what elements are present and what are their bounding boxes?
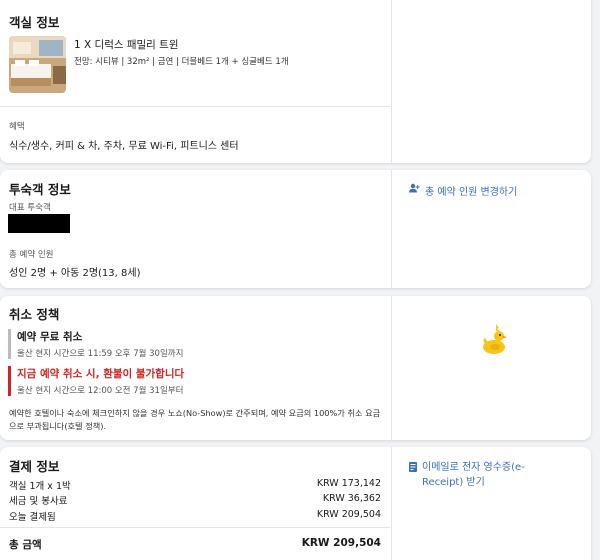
guest-section-title: 투숙객 정보 bbox=[9, 182, 71, 197]
cancel-section-title: 취소 정책 bbox=[9, 307, 60, 322]
payment-total-label: 총 금액 bbox=[9, 539, 42, 551]
payment-total-row: 총 금액 KRW 209,504 bbox=[9, 537, 381, 552]
guest-info-card: 투숙객 정보 대표 투숙객 총 예약 인원 성인 2명 + 아동 2명(13, … bbox=[0, 170, 591, 288]
room-info-main: 객실 정보 1 X 디럭스 패밀리 트윈 전망: 시티뷰 | 32m² | 금연… bbox=[0, 0, 390, 163]
guest-info-main: 투숙객 정보 대표 투숙객 총 예약 인원 성인 2명 + 아동 2명(13, … bbox=[0, 170, 390, 288]
payment-row-label: 객실 1개 x 1박 bbox=[9, 481, 71, 492]
room-info-card: 객실 정보 1 X 디럭스 패밀리 트윈 전망: 시티뷰 | 32m² | 금연… bbox=[0, 0, 591, 163]
non-refundable-title: 지금 예약 취소 시, 환불이 불가합니다 bbox=[17, 368, 185, 380]
benefits-label: 혜택 bbox=[9, 122, 25, 132]
payment-row: 오늘 결제됨 KRW 209,504 bbox=[9, 509, 381, 523]
payment-section-title: 결제 정보 bbox=[9, 459, 60, 474]
room-details: 전망: 시티뷰 | 32m² | 금연 | 더블베드 1개 + 싱글베드 1개 bbox=[74, 57, 289, 67]
payment-total-value: KRW 209,504 bbox=[301, 537, 381, 549]
payment-info-card: 결제 정보 객실 1개 x 1박 KRW 173,142 세금 및 봉사료 KR… bbox=[0, 447, 591, 560]
benefits-list: 식수/생수, 커피 & 차, 주차, 무료 Wi-Fi, 피트니스 센터 bbox=[9, 141, 239, 152]
cancellation-main: 취소 정책 예약 무료 취소 울산 현지 시간으로 11:59 오후 7월 30… bbox=[0, 296, 390, 440]
guest-info-side: 총 예약 인원 변경하기 bbox=[391, 170, 591, 288]
total-guests-value: 성인 2명 + 아동 2명(13, 8세) bbox=[9, 268, 141, 279]
free-cancellation-title: 예약 무료 취소 bbox=[17, 331, 83, 343]
duck-mascot-icon bbox=[481, 322, 511, 360]
payment-main: 결제 정보 객실 1개 x 1박 KRW 173,142 세금 및 봉사료 KR… bbox=[0, 447, 390, 560]
lead-guest-label: 대표 투숙객 bbox=[9, 203, 51, 213]
room-info-side bbox=[391, 0, 591, 163]
cancellation-policy-card: 취소 정책 예약 무료 취소 울산 현지 시간으로 11:59 오후 7월 30… bbox=[0, 296, 591, 440]
free-cancellation-deadline: 울산 현지 시간으로 11:59 오후 7월 30일까지 bbox=[17, 349, 184, 359]
e-receipt-link[interactable]: 이메일로 전자 영수증(e-Receipt) 받기 bbox=[409, 460, 559, 490]
change-guests-label: 총 예약 인원 변경하기 bbox=[425, 187, 518, 198]
payment-row-value: KRW 209,504 bbox=[316, 509, 381, 520]
room-name: 1 X 디럭스 패밀리 트윈 bbox=[74, 39, 179, 51]
total-guests-label: 총 예약 인원 bbox=[9, 250, 54, 260]
divider bbox=[0, 106, 390, 107]
payment-side: 이메일로 전자 영수증(e-Receipt) 받기 bbox=[391, 447, 591, 560]
non-refundable-start: 울산 현지 시간으로 12:00 오전 7월 31일부터 bbox=[17, 386, 184, 396]
e-receipt-label: 이메일로 전자 영수증(e-Receipt) 받기 bbox=[422, 462, 525, 488]
users-icon bbox=[409, 183, 420, 196]
non-refundable-block: 지금 예약 취소 시, 환불이 불가합니다 울산 현지 시간으로 12:00 오… bbox=[8, 366, 378, 396]
cancellation-side bbox=[391, 296, 591, 440]
room-photo[interactable] bbox=[9, 36, 66, 93]
lead-guest-name-redacted bbox=[8, 214, 70, 233]
payment-row-value: KRW 36,362 bbox=[322, 493, 381, 504]
payment-row-value: KRW 173,142 bbox=[316, 478, 381, 489]
receipt-icon bbox=[409, 462, 417, 477]
payment-row: 세금 및 봉사료 KRW 36,362 bbox=[9, 493, 381, 507]
change-guests-link[interactable]: 총 예약 인원 변경하기 bbox=[409, 183, 517, 198]
room-section-title: 객실 정보 bbox=[9, 15, 60, 30]
no-show-note: 예약한 호텔이나 숙소에 체크인하지 않을 경우 노쇼(No-Show)로 간주… bbox=[9, 408, 381, 431]
divider bbox=[0, 527, 390, 528]
payment-row: 객실 1개 x 1박 KRW 173,142 bbox=[9, 478, 381, 492]
free-cancellation-block: 예약 무료 취소 울산 현지 시간으로 11:59 오후 7월 30일까지 bbox=[8, 329, 378, 359]
payment-row-label: 세금 및 봉사료 bbox=[9, 496, 68, 507]
payment-row-label: 오늘 결제됨 bbox=[9, 512, 56, 523]
